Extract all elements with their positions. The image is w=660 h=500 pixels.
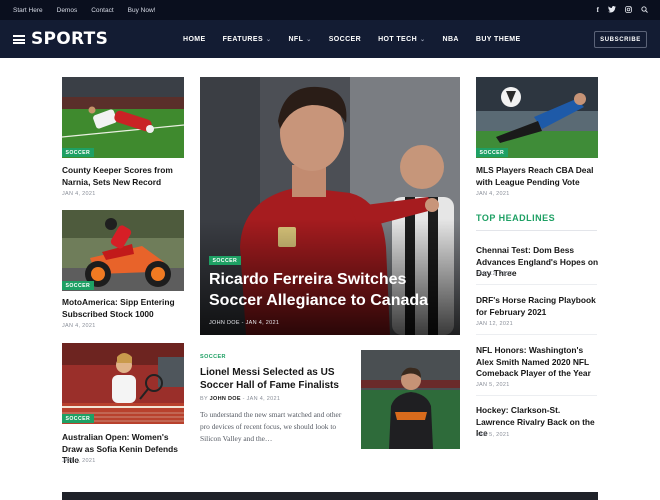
post-thumbnail-keeper[interactable] [62, 77, 184, 158]
post-thumbnail-mls[interactable] [476, 77, 598, 158]
top-link-start-here[interactable]: Start Here [13, 7, 43, 14]
post-title[interactable]: MLS Players Reach CBA Deal with League P… [476, 165, 601, 188]
top-link-contact[interactable]: Contact [91, 7, 113, 14]
post-excerpt: To understand the new smart watched and … [200, 410, 342, 443]
chevron-down-icon: ⌄ [266, 36, 272, 43]
main-header: SPORTS HOME FEATURES ⌄ NFL ⌄ SOCCER HOT TE… [0, 20, 660, 58]
category-tag[interactable]: SOCCER [209, 256, 241, 265]
headline-date: JAN 5, 2021 [476, 432, 510, 438]
category-tag[interactable]: SOCCER [62, 281, 94, 290]
featured-title[interactable]: Ricardo Ferreira Switches Soccer Allegia… [209, 269, 454, 311]
post-thumbnail-messi[interactable] [361, 350, 460, 449]
nav-home[interactable]: HOME [183, 36, 206, 43]
featured-post[interactable]: SOCCER Ricardo Ferreira Switches Soccer … [200, 77, 460, 335]
headline-date: JAN 5, 2021 [476, 382, 510, 388]
post-date: JAN 4, 2021 [62, 323, 96, 329]
post-date: JAN 4, 2021 [246, 396, 281, 402]
nav-buy-theme[interactable]: BUY THEME [476, 36, 521, 43]
top-link-demos[interactable]: Demos [57, 7, 78, 14]
post-title[interactable]: County Keeper Scores from Narnia, Sets N… [62, 165, 187, 188]
category-tag[interactable]: SOCCER [62, 148, 94, 157]
nav-nba[interactable]: NBA [442, 36, 458, 43]
category-link[interactable]: SOCCER [200, 354, 226, 360]
facebook-icon[interactable]: f [597, 6, 599, 14]
subscribe-button[interactable]: SUBSCRIBE [594, 31, 647, 48]
top-headlines-heading: TOP HEADLINES [476, 213, 556, 223]
divider [476, 284, 597, 285]
next-section-banner [62, 492, 598, 500]
headline-title[interactable]: DRF's Horse Racing Playbook for February… [476, 295, 601, 318]
author-name[interactable]: JOHN DOE [210, 396, 241, 402]
menu-icon[interactable] [13, 35, 25, 44]
divider [476, 230, 597, 231]
author-name[interactable]: JOHN DOE [209, 320, 240, 326]
nav-hot-tech[interactable]: HOT TECH ⌄ [378, 36, 425, 43]
divider [476, 334, 597, 335]
headline-title[interactable]: NFL Honors: Washington's Alex Smith Name… [476, 345, 601, 380]
featured-meta: JOHN DOE - JAN 4, 2021 [209, 320, 279, 326]
top-links: Start Here Demos Contact Buy Now! [13, 0, 155, 20]
top-link-buy-now[interactable]: Buy Now! [128, 7, 156, 14]
nav-features[interactable]: FEATURES ⌄ [223, 36, 272, 43]
post-date: JAN 4, 2021 [245, 320, 280, 326]
post-date: JAN 4, 2021 [476, 191, 510, 197]
site-logo[interactable]: SPORTS [31, 29, 108, 49]
search-icon[interactable] [641, 5, 648, 15]
post-date: JAN 4, 2021 [62, 191, 96, 197]
category-tag[interactable]: SOCCER [476, 148, 508, 157]
post-meta: BY JOHN DOE - JAN 4, 2021 [200, 396, 280, 402]
post-thumbnail-tennis[interactable] [62, 343, 184, 424]
nav-nfl[interactable]: NFL ⌄ [288, 36, 311, 43]
main-nav: HOME FEATURES ⌄ NFL ⌄ SOCCER HOT TECH ⌄ NBA… [183, 20, 521, 58]
top-utility-bar: Start Here Demos Contact Buy Now! f [0, 0, 660, 20]
headline-date: JAN 12, 2021 [476, 271, 513, 277]
divider [476, 395, 597, 396]
nav-soccer[interactable]: SOCCER [329, 36, 361, 43]
headline-date: JAN 12, 2021 [476, 321, 513, 327]
post-title[interactable]: MotoAmerica: Sipp Entering Subscribed St… [62, 297, 187, 320]
post-date: JAN 4, 2021 [62, 458, 96, 464]
category-tag[interactable]: SOCCER [62, 414, 94, 423]
instagram-icon[interactable] [625, 5, 632, 15]
twitter-icon[interactable] [608, 5, 616, 15]
chevron-down-icon: ⌄ [420, 36, 426, 43]
post-thumbnail-moto[interactable] [62, 210, 184, 291]
social-icons: f [597, 0, 648, 20]
chevron-down-icon: ⌄ [306, 36, 312, 43]
post-title[interactable]: Lionel Messi Selected as US Soccer Hall … [200, 366, 352, 392]
by-label: BY [200, 396, 208, 402]
